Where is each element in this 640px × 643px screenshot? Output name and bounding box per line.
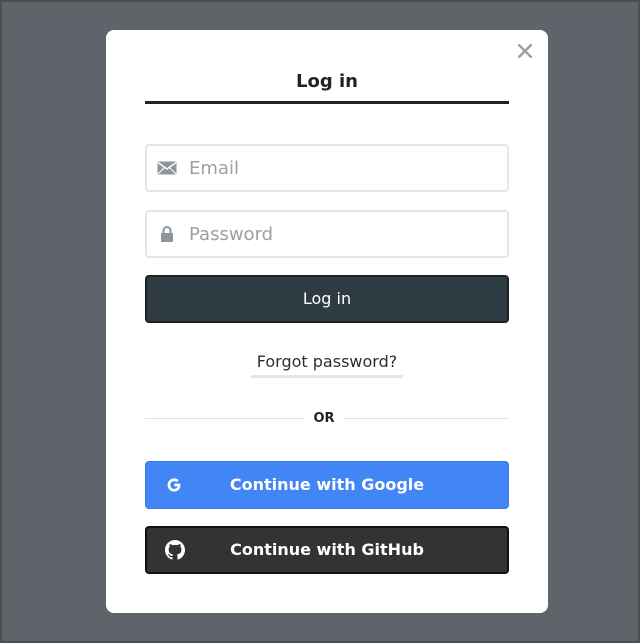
login-button[interactable]: Log in [145, 275, 509, 323]
github-button-label: Continue with GitHub [230, 540, 424, 559]
lock-icon [147, 212, 187, 256]
close-icon [518, 44, 532, 58]
or-divider-label: OR [313, 411, 335, 426]
email-field[interactable] [145, 144, 509, 192]
divider-line-left [145, 418, 305, 419]
google-login-button[interactable]: Continue with Google [145, 461, 509, 509]
forgot-password-link[interactable]: Forgot password? [251, 352, 403, 378]
envelope-icon [147, 146, 187, 190]
divider-line-right [343, 418, 509, 419]
google-button-label: Continue with Google [229, 475, 425, 494]
login-modal: Log in Log in Forgot password? OR [106, 30, 548, 613]
close-button[interactable] [514, 40, 536, 62]
github-login-button[interactable]: Continue with GitHub [145, 526, 509, 574]
password-field[interactable] [145, 210, 509, 258]
email-input[interactable] [187, 146, 507, 190]
tab-login[interactable]: Log in [145, 70, 509, 104]
password-input[interactable] [187, 212, 507, 256]
